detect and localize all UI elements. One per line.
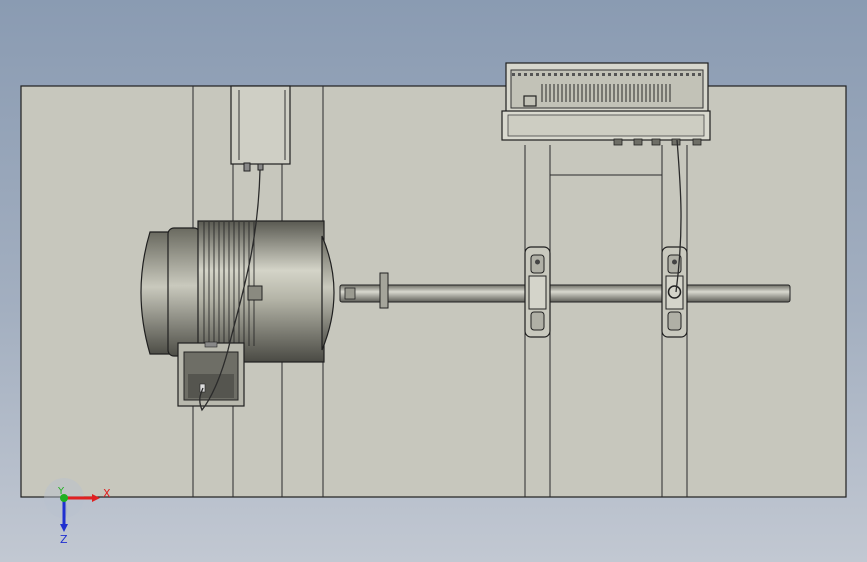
terminal-screw [668, 73, 671, 76]
terminal-screw [566, 73, 569, 76]
cad-drawing: X Y Z [20, 62, 847, 546]
cable-connector [692, 138, 702, 146]
terminal-screw [674, 73, 677, 76]
terminal-screw [626, 73, 629, 76]
pillow-block-right [661, 246, 688, 338]
triad-x-label: X [103, 487, 111, 500]
terminal-screw [596, 73, 599, 76]
terminal-screw [608, 73, 611, 76]
terminal-screw [584, 73, 587, 76]
terminal-screw [656, 73, 659, 76]
terminal-screw [638, 73, 641, 76]
terminal-screw [572, 73, 575, 76]
sensor-bracket [230, 85, 291, 172]
terminal-screw [518, 73, 521, 76]
terminal-screw [662, 73, 665, 76]
cable-connector [671, 138, 681, 146]
terminal-screw [686, 73, 689, 76]
controller-unit [501, 62, 711, 146]
terminal-screw [644, 73, 647, 76]
cable-connector [633, 138, 643, 146]
terminal-screw [680, 73, 683, 76]
triad-y-label: Y [57, 486, 65, 497]
terminal-screw [530, 73, 533, 76]
terminal-screw [554, 73, 557, 76]
cable-connector [651, 138, 661, 146]
cable-connector [613, 138, 623, 146]
terminal-screw [620, 73, 623, 76]
triad-z-label: Z [60, 533, 68, 546]
terminal-screw [512, 73, 515, 76]
terminal-screw [542, 73, 545, 76]
terminal-screw [536, 73, 539, 76]
terminal-screw [632, 73, 635, 76]
terminal-screw [602, 73, 605, 76]
terminal-screw [548, 73, 551, 76]
motor [140, 220, 335, 363]
terminal-screw [692, 73, 695, 76]
terminal-screw [524, 73, 527, 76]
pillow-block-left [524, 246, 551, 338]
terminal-screw [590, 73, 593, 76]
cad-viewport[interactable]: X Y Z [0, 0, 867, 562]
terminal-screw [698, 73, 701, 76]
terminal-screw [650, 73, 653, 76]
terminal-screw [560, 73, 563, 76]
terminal-screw [614, 73, 617, 76]
terminal-screw [578, 73, 581, 76]
